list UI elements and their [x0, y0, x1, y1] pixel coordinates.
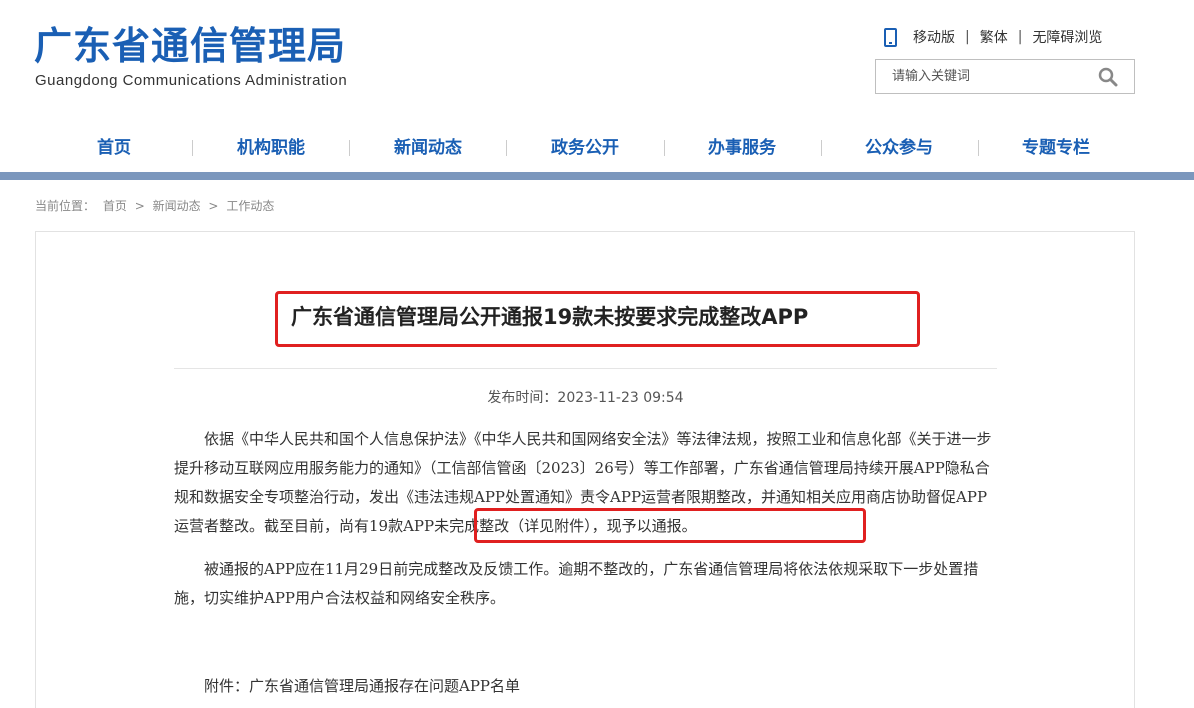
- link-separator: |: [1017, 29, 1023, 45]
- link-traditional-chinese[interactable]: 繁体: [980, 27, 1008, 47]
- link-accessibility[interactable]: 无障碍浏览: [1032, 27, 1102, 47]
- text-highlight-box: [474, 508, 866, 543]
- nav-underline-bar: [0, 172, 1194, 180]
- breadcrumb-label: 当前位置：: [35, 199, 96, 213]
- search-icon[interactable]: [1098, 67, 1118, 87]
- nav-separator: [978, 140, 979, 156]
- nav-item-services[interactable]: 办事服务: [683, 126, 801, 172]
- top-links: 移动版 | 繁体 | 无障碍浏览: [884, 26, 1102, 48]
- attachment-line[interactable]: 附件：广东省通信管理局通报存在问题APP名单: [174, 672, 997, 701]
- search-box: [875, 59, 1135, 94]
- breadcrumb-separator: >: [134, 199, 145, 213]
- nav-separator: [349, 140, 350, 156]
- main-nav: 首页 机构职能 新闻动态 政务公开 办事服务 公众参与 专题专栏: [0, 126, 1194, 172]
- link-separator: |: [965, 29, 970, 45]
- nav-item-government-affairs[interactable]: 政务公开: [526, 126, 644, 172]
- breadcrumb-separator: >: [208, 199, 219, 213]
- article-paragraph-2: 被通报的APP应在11月29日前完成整改及反馈工作。逾期不整改的，广东省通信管理…: [174, 560, 979, 607]
- nav-item-functions[interactable]: 机构职能: [212, 126, 330, 172]
- title-highlight-box: [275, 291, 920, 347]
- mobile-phone-icon: [884, 27, 897, 47]
- title-divider: [174, 368, 997, 369]
- site-logo-subtitle: Guangdong Communications Administration: [35, 72, 348, 89]
- nav-item-public-participation[interactable]: 公众参与: [840, 126, 958, 172]
- nav-separator: [664, 140, 665, 156]
- site-logo-title[interactable]: 广东省通信管理局: [34, 22, 346, 70]
- breadcrumb-work-news[interactable]: 工作动态: [226, 199, 274, 213]
- link-mobile-version[interactable]: 移动版: [913, 27, 955, 47]
- breadcrumb-home[interactable]: 首页: [103, 199, 127, 213]
- nav-item-news[interactable]: 新闻动态: [369, 126, 487, 172]
- nav-item-special-topics[interactable]: 专题专栏: [997, 126, 1115, 172]
- search-input[interactable]: [876, 60, 1091, 93]
- publish-time: 发布时间：2023-11-23 09:54: [487, 390, 684, 406]
- nav-separator: [821, 140, 822, 156]
- breadcrumb-news[interactable]: 新闻动态: [153, 199, 201, 213]
- nav-item-home[interactable]: 首页: [55, 126, 173, 172]
- breadcrumb: 当前位置： 首页 > 新闻动态 > 工作动态: [35, 197, 278, 214]
- nav-separator: [506, 140, 507, 156]
- nav-separator: [192, 140, 193, 156]
